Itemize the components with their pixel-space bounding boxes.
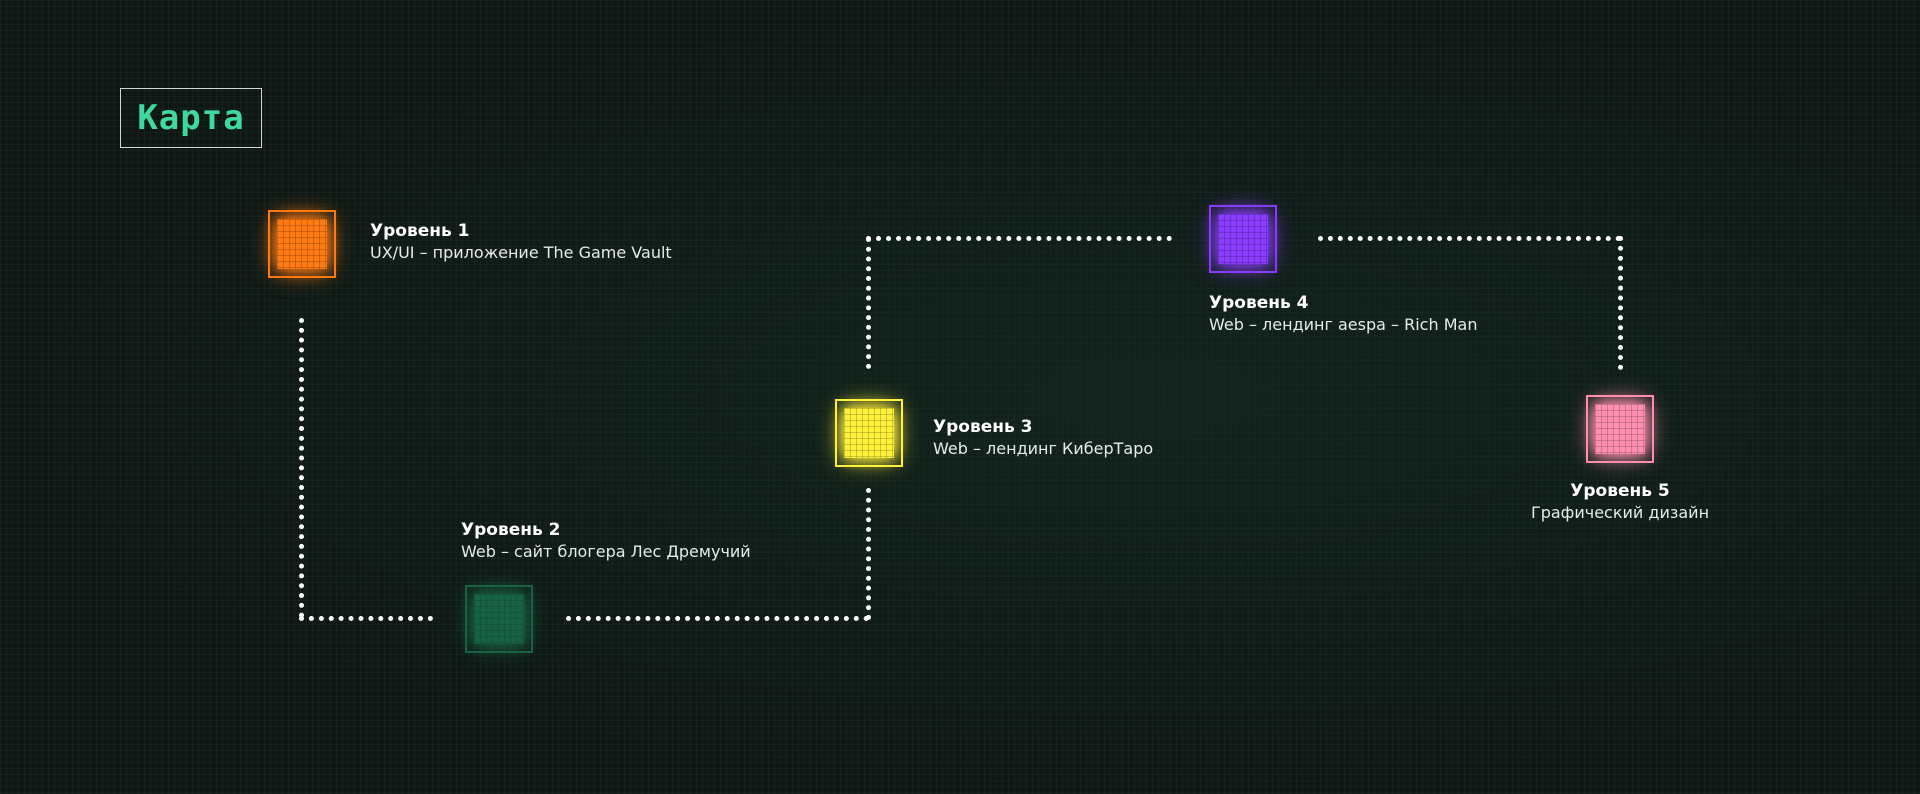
level-5-node-core: [1595, 404, 1645, 454]
path-segment-4-right: [1318, 236, 1621, 241]
level-1-node[interactable]: [268, 210, 336, 278]
level-1-label: Уровень 1 UX/UI – приложение The Game Va…: [370, 220, 672, 264]
level-4-title: Уровень 4: [1209, 293, 1309, 313]
level-5-description: Графический дизайн: [1530, 503, 1710, 522]
level-5-node[interactable]: [1586, 395, 1654, 463]
level-3-node-core: [844, 408, 894, 458]
level-4-node-core: [1218, 214, 1268, 264]
level-2-node-core: [474, 594, 524, 644]
level-4-node[interactable]: [1209, 205, 1277, 273]
level-4-description: Web – лендинг aespa – Rich Man: [1209, 315, 1478, 334]
level-5-title: Уровень 5: [1570, 481, 1670, 501]
level-3-title: Уровень 3: [933, 417, 1033, 437]
level-2-label: Уровень 2 Web – сайт блогера Лес Дремучи…: [461, 519, 751, 563]
level-2-node[interactable]: [465, 585, 533, 653]
level-2-description: Web – сайт блогера Лес Дремучий: [461, 542, 751, 561]
level-5-label: Уровень 5 Графический дизайн: [1500, 480, 1740, 524]
path-segment-1-right: [299, 616, 433, 621]
path-segment-1-down: [299, 318, 304, 618]
level-4-label: Уровень 4 Web – лендинг aespa – Rich Man: [1209, 292, 1477, 336]
path-segment-2-right: [566, 616, 869, 621]
level-3-node[interactable]: [835, 399, 903, 467]
path-segment-3-right: [866, 236, 1172, 241]
map-title: Карта: [120, 88, 262, 148]
path-segment-3-up: [866, 237, 871, 369]
level-1-description: UX/UI – приложение The Game Vault: [370, 243, 672, 262]
level-2-title: Уровень 2: [461, 520, 561, 540]
level-1-node-core: [277, 219, 327, 269]
path-segment-2-up: [866, 488, 871, 620]
level-3-description: Web – лендинг КиберТаро: [933, 439, 1154, 458]
level-1-title: Уровень 1: [370, 221, 470, 241]
path-segment-4-down: [1618, 236, 1623, 370]
level-3-label: Уровень 3 Web – лендинг КиберТаро: [933, 416, 1153, 460]
